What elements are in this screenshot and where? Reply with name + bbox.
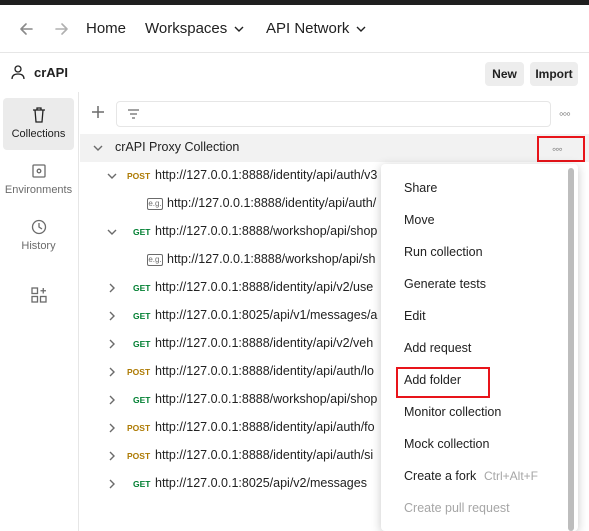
menu-item-mock-collection[interactable]: Mock collection xyxy=(404,437,489,451)
menu-item-add-request[interactable]: Add request xyxy=(404,341,471,355)
menu-item-move[interactable]: Move xyxy=(404,213,435,227)
search-filter-input[interactable] xyxy=(116,101,551,127)
sidebar-collections-label: Collections xyxy=(11,128,66,140)
api-network-dropdown[interactable]: API Network xyxy=(266,20,367,37)
sidebar-item-apps[interactable] xyxy=(3,278,74,314)
new-button[interactable]: New xyxy=(485,62,524,86)
grid-apps-icon xyxy=(30,287,47,303)
request-row[interactable]: POST http://127.0.0.1:8888/identity/api/a… xyxy=(80,358,381,386)
chevron-down-icon xyxy=(234,26,244,32)
request-row[interactable]: POST http://127.0.0.1:8888/identity/api/a… xyxy=(80,414,381,442)
method-badge: POST xyxy=(127,451,151,461)
collection-context-menu: Share Move Run collection Generate tests Edi… xyxy=(381,164,578,531)
method-badge: GET xyxy=(133,311,151,321)
chevron-right-icon[interactable] xyxy=(106,422,118,434)
fork-shortcut: Ctrl+Alt+F xyxy=(484,469,539,483)
request-row[interactable]: POST http://127.0.0.1:8888/identity/api/a… xyxy=(80,442,381,470)
request-url: http://127.0.0.1:8025/api/v1/messages/a xyxy=(155,308,378,322)
menu-item-run-collection[interactable]: Run collection xyxy=(404,245,483,259)
request-row[interactable]: GET http://127.0.0.1:8025/api/v1/messages… xyxy=(80,302,381,330)
method-badge: GET xyxy=(133,339,151,349)
method-badge: GET xyxy=(133,479,151,489)
more-options-icon[interactable]: ◦◦◦ xyxy=(559,106,577,122)
sidebar-item-environments[interactable]: Environments xyxy=(3,154,74,206)
add-folder-highlight xyxy=(396,367,490,398)
request-row[interactable]: GET http://127.0.0.1:8025/api/v2/messages xyxy=(80,470,381,498)
request-row[interactable]: GET http://127.0.0.1:8888/workshop/api/sh… xyxy=(80,218,381,246)
method-badge: POST xyxy=(127,423,151,433)
user-icon xyxy=(11,65,25,80)
request-url: http://127.0.0.1:8888/identity/api/auth/… xyxy=(155,364,374,378)
collection-more-button[interactable]: ◦◦◦ xyxy=(537,136,585,162)
back-arrow-icon[interactable] xyxy=(16,19,36,39)
sidebar-item-collections[interactable]: Collections xyxy=(3,98,74,150)
workspaces-dropdown[interactable]: Workspaces xyxy=(145,20,245,37)
top-navigation-bar: Home Workspaces API Network xyxy=(0,5,589,53)
chevron-down-icon[interactable] xyxy=(92,142,104,154)
example-url: http://127.0.0.1:8888/identity/api/auth/ xyxy=(167,196,377,210)
chevron-right-icon[interactable] xyxy=(106,450,118,462)
workspace-name: crAPI xyxy=(34,65,68,80)
sidebar: Collections Environments History xyxy=(0,92,79,531)
clock-history-icon xyxy=(31,219,46,235)
request-url: http://127.0.0.1:8888/identity/api/auth/… xyxy=(155,168,378,182)
example-icon: e.g. xyxy=(147,198,163,210)
method-badge: GET xyxy=(133,395,151,405)
collection-name: crAPI Proxy Collection xyxy=(115,140,240,154)
import-button[interactable]: Import xyxy=(530,62,578,86)
request-row[interactable]: GET http://127.0.0.1:8888/identity/api/v2… xyxy=(80,330,381,358)
menu-item-monitor-collection[interactable]: Monitor collection xyxy=(404,405,501,419)
example-icon: e.g. xyxy=(147,254,163,266)
home-label: Home xyxy=(86,20,127,37)
request-url: http://127.0.0.1:8888/identity/api/v2/ve… xyxy=(155,336,374,350)
chevron-right-icon[interactable] xyxy=(106,310,118,322)
environment-icon xyxy=(31,164,46,178)
chevron-right-icon[interactable] xyxy=(106,282,118,294)
request-row[interactable]: GET http://127.0.0.1:8888/workshop/api/sh… xyxy=(80,386,381,414)
menu-item-create-a-fork[interactable]: Create a fork xyxy=(404,469,476,483)
chevron-right-icon[interactable] xyxy=(106,338,118,350)
chevron-right-icon[interactable] xyxy=(106,366,118,378)
chevron-right-icon[interactable] xyxy=(106,478,118,490)
example-row[interactable]: e.g. http://127.0.0.1:8888/identity/api/a… xyxy=(80,190,381,218)
method-badge: GET xyxy=(133,283,151,293)
menu-item-share[interactable]: Share xyxy=(404,181,437,195)
chevron-down-icon[interactable] xyxy=(106,226,118,238)
filter-icon xyxy=(128,109,139,119)
method-badge: POST xyxy=(127,171,151,181)
sidebar-item-history[interactable]: History xyxy=(3,210,74,262)
home-link[interactable]: Home xyxy=(86,20,126,37)
workspaces-label: Workspaces xyxy=(145,20,228,37)
request-url: http://127.0.0.1:8888/identity/api/v2/us… xyxy=(155,280,374,294)
workspace-header: crAPI New Import xyxy=(0,54,589,92)
chevron-down-icon xyxy=(356,26,366,32)
request-url: http://127.0.0.1:8888/identity/api/auth/… xyxy=(155,448,374,462)
request-url: http://127.0.0.1:8888/identity/api/auth/… xyxy=(155,420,375,434)
menu-scrollbar[interactable] xyxy=(568,168,574,531)
sidebar-history-label: History xyxy=(21,240,56,252)
example-url: http://127.0.0.1:8888/workshop/api/sh xyxy=(167,252,376,266)
plus-icon[interactable] xyxy=(90,104,106,120)
api-network-label: API Network xyxy=(266,20,350,37)
method-badge: POST xyxy=(127,367,151,377)
trash-can-collections-icon xyxy=(32,107,45,123)
sidebar-environments-label: Environments xyxy=(4,184,73,196)
menu-item-edit[interactable]: Edit xyxy=(404,309,426,323)
collection-row[interactable]: crAPI Proxy Collection xyxy=(80,134,589,162)
menu-item-generate-tests[interactable]: Generate tests xyxy=(404,277,486,291)
menu-item-create-pull-request[interactable]: Create pull request xyxy=(404,501,510,515)
chevron-down-icon[interactable] xyxy=(106,170,118,182)
request-url: http://127.0.0.1:8025/api/v2/messages xyxy=(155,476,367,490)
request-url: http://127.0.0.1:8888/workshop/api/shop xyxy=(155,224,378,238)
more-horizontal-icon: ◦◦◦ xyxy=(552,142,563,156)
forward-arrow-icon[interactable] xyxy=(52,19,72,39)
request-row[interactable]: GET http://127.0.0.1:8888/identity/api/v2… xyxy=(80,274,381,302)
request-row[interactable]: POST http://127.0.0.1:8888/identity/api/a… xyxy=(80,162,381,190)
chevron-right-icon[interactable] xyxy=(106,394,118,406)
method-badge: GET xyxy=(133,227,151,237)
request-url: http://127.0.0.1:8888/workshop/api/shop xyxy=(155,392,378,406)
example-row[interactable]: e.g. http://127.0.0.1:8888/workshop/api/s… xyxy=(80,246,381,274)
